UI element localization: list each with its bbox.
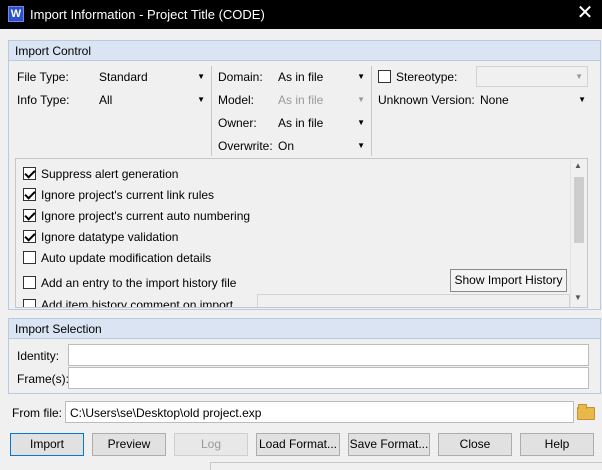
close-button[interactable]: Close <box>438 433 512 456</box>
frames-label: Frame(s): <box>17 372 69 386</box>
app-icon: W <box>8 6 24 22</box>
window-title: Import Information - Project Title (CODE… <box>30 7 265 22</box>
option-checkbox-ignore-link-rules[interactable] <box>23 188 36 201</box>
frames-input[interactable] <box>68 367 589 389</box>
chevron-down-icon: ▼ <box>357 118 365 127</box>
overwrite-label: Overwrite: <box>218 139 273 153</box>
identity-input[interactable] <box>68 344 589 366</box>
model-dropdown[interactable]: As in file ▼ <box>278 91 365 109</box>
model-label: Model: <box>218 93 255 107</box>
scroll-down-icon[interactable]: ▼ <box>574 293 582 302</box>
close-window-icon[interactable]: ✕ <box>572 2 598 26</box>
chevron-down-icon: ▼ <box>197 72 205 81</box>
from-file-label: From file: <box>12 406 63 420</box>
stereotype-label: Stereotype: <box>396 70 458 84</box>
overwrite-dropdown[interactable]: On ▼ <box>278 137 365 155</box>
import-options-list: Suppress alert generation Ignore project… <box>15 158 588 308</box>
info-type-label: Info Type: <box>17 93 70 107</box>
show-import-history-button[interactable]: Show Import History <box>450 269 567 292</box>
file-type-label: File Type: <box>17 70 69 84</box>
option-label: Suppress alert generation <box>41 167 179 181</box>
domain-dropdown[interactable]: As in file ▼ <box>278 68 365 86</box>
option-checkbox-suppress-alerts[interactable] <box>23 167 36 180</box>
info-type-dropdown[interactable]: All ▼ <box>99 91 205 109</box>
chevron-down-icon: ▼ <box>578 95 586 104</box>
option-checkbox-add-history-comment[interactable] <box>23 299 36 307</box>
option-checkbox-add-history-entry[interactable] <box>23 276 36 289</box>
option-checkbox-auto-update-modification[interactable] <box>23 251 36 264</box>
option-checkbox-ignore-datatype-validation[interactable] <box>23 230 36 243</box>
title-bar: W Import Information - Project Title (CO… <box>0 0 602 29</box>
option-label: Add item history comment on import <box>41 298 234 308</box>
help-button[interactable]: Help <box>520 433 594 456</box>
option-label: Ignore project's current auto numbering <box>41 209 251 223</box>
domain-label: Domain: <box>218 70 263 84</box>
stereotype-dropdown[interactable]: ▼ <box>476 66 588 87</box>
option-checkbox-ignore-auto-numbering[interactable] <box>23 209 36 222</box>
folder-browse-icon[interactable] <box>577 404 595 420</box>
chevron-down-icon: ▼ <box>357 95 365 104</box>
owner-label: Owner: <box>218 116 257 130</box>
preview-button[interactable]: Preview <box>92 433 166 456</box>
chevron-down-icon: ▼ <box>357 141 365 150</box>
unknown-version-label: Unknown Version: <box>378 93 475 107</box>
import-control-header: Import Control <box>9 41 600 61</box>
save-format-button[interactable]: Save Format... <box>348 433 430 456</box>
identity-label: Identity: <box>17 349 60 363</box>
history-comment-dropdown[interactable] <box>257 294 570 307</box>
window-bottom-edge <box>210 462 602 470</box>
option-label: Ignore project's current link rules <box>41 188 215 202</box>
unknown-version-dropdown[interactable]: None ▼ <box>480 91 586 109</box>
separator <box>371 66 372 156</box>
option-label: Ignore datatype validation <box>41 230 179 244</box>
load-format-button[interactable]: Load Format... <box>256 433 340 456</box>
options-scrollbar[interactable]: ▲ ▼ <box>570 159 587 307</box>
chevron-down-icon: ▼ <box>357 72 365 81</box>
separator <box>211 66 212 156</box>
import-button[interactable]: Import <box>10 433 84 456</box>
file-type-dropdown[interactable]: Standard ▼ <box>99 68 205 86</box>
chevron-down-icon: ▼ <box>575 72 583 81</box>
log-button[interactable]: Log <box>174 433 248 456</box>
option-label: Add an entry to the import history file <box>41 276 237 290</box>
import-selection-header: Import Selection <box>9 319 600 339</box>
option-label: Auto update modification details <box>41 251 212 265</box>
from-file-input[interactable]: C:\Users\se\Desktop\old project.exp <box>65 401 574 423</box>
owner-dropdown[interactable]: As in file ▼ <box>278 114 365 132</box>
chevron-down-icon: ▼ <box>197 95 205 104</box>
stereotype-checkbox[interactable] <box>378 70 391 83</box>
scroll-up-icon[interactable]: ▲ <box>574 161 582 170</box>
scrollbar-thumb[interactable] <box>574 177 584 243</box>
